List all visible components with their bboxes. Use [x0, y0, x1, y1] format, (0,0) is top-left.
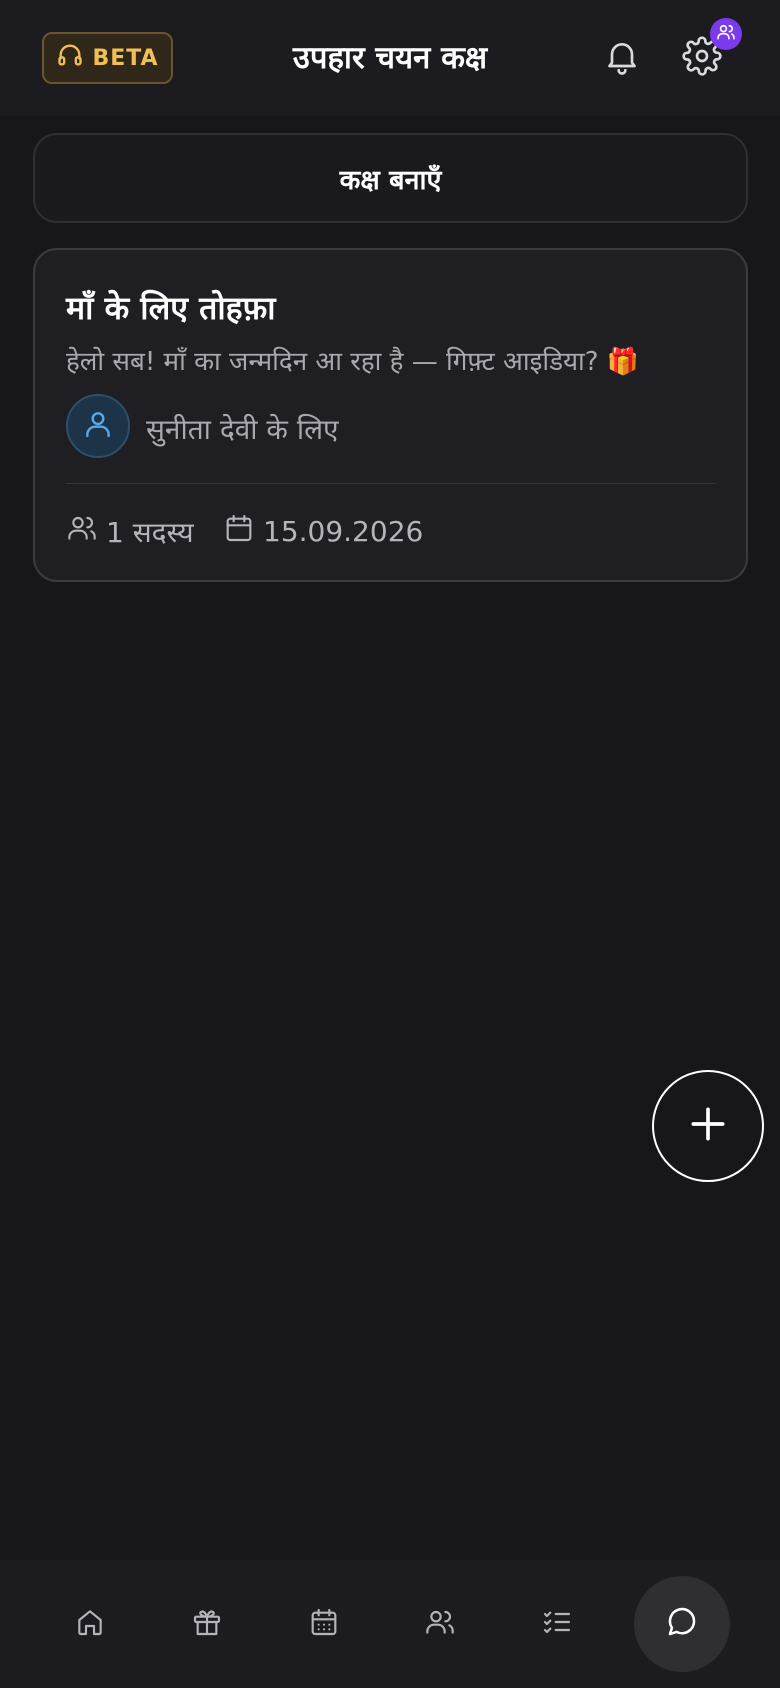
users-icon — [66, 512, 98, 551]
beta-label: BETA — [92, 45, 159, 71]
create-room-label: कक्ष बनाएँ — [339, 164, 442, 196]
users-icon — [424, 1606, 456, 1642]
users-badge[interactable] — [710, 18, 742, 50]
room-title: माँ के लिए तोहफ़ा — [66, 289, 276, 327]
beta-button[interactable]: BETA — [42, 32, 173, 84]
page-title: उपहार चयन कक्ष — [292, 40, 488, 76]
headphones-icon — [56, 41, 84, 75]
checklist-icon — [541, 1606, 573, 1642]
nav-people[interactable] — [408, 1592, 472, 1656]
create-room-button[interactable]: कक्ष बनाएँ — [33, 133, 748, 223]
notifications-button[interactable] — [598, 34, 646, 82]
room-date: 15.09.2026 — [223, 512, 423, 551]
recipient-label: सुनीता देवी के लिए — [146, 413, 339, 446]
chat-icon — [665, 1605, 699, 1643]
members-count: 1 सदस्य — [66, 512, 194, 551]
room-description: हेलो सब! माँ का जन्मदिन आ रहा है — गिफ़्… — [66, 347, 640, 377]
members-label: 1 सदस्य — [106, 515, 194, 549]
room-card[interactable]: माँ के लिए तोहफ़ा हेलो सब! माँ का जन्मदि… — [33, 248, 748, 582]
bell-icon — [602, 36, 642, 80]
nav-calendar[interactable] — [292, 1592, 356, 1656]
add-room-fab[interactable] — [652, 1070, 764, 1182]
calendar-icon — [223, 512, 255, 551]
nav-gifts[interactable] — [175, 1592, 239, 1656]
nav-home[interactable] — [58, 1592, 122, 1656]
bottom-navigation — [0, 1560, 780, 1688]
calendar-icon — [308, 1606, 340, 1642]
card-divider — [66, 483, 716, 484]
date-label: 15.09.2026 — [263, 515, 424, 548]
app-root: BETA उपहार चयन कक्ष कक्ष बनाएँ माँ के लि… — [0, 0, 780, 1688]
nav-chat[interactable] — [634, 1576, 730, 1672]
user-icon — [82, 408, 114, 444]
plus-icon — [686, 1102, 730, 1150]
home-icon — [74, 1606, 106, 1642]
nav-tasks[interactable] — [525, 1592, 589, 1656]
gift-icon — [191, 1606, 223, 1642]
recipient-avatar — [66, 394, 130, 458]
app-header: BETA उपहार चयन कक्ष — [0, 0, 780, 116]
users-icon — [716, 22, 736, 46]
